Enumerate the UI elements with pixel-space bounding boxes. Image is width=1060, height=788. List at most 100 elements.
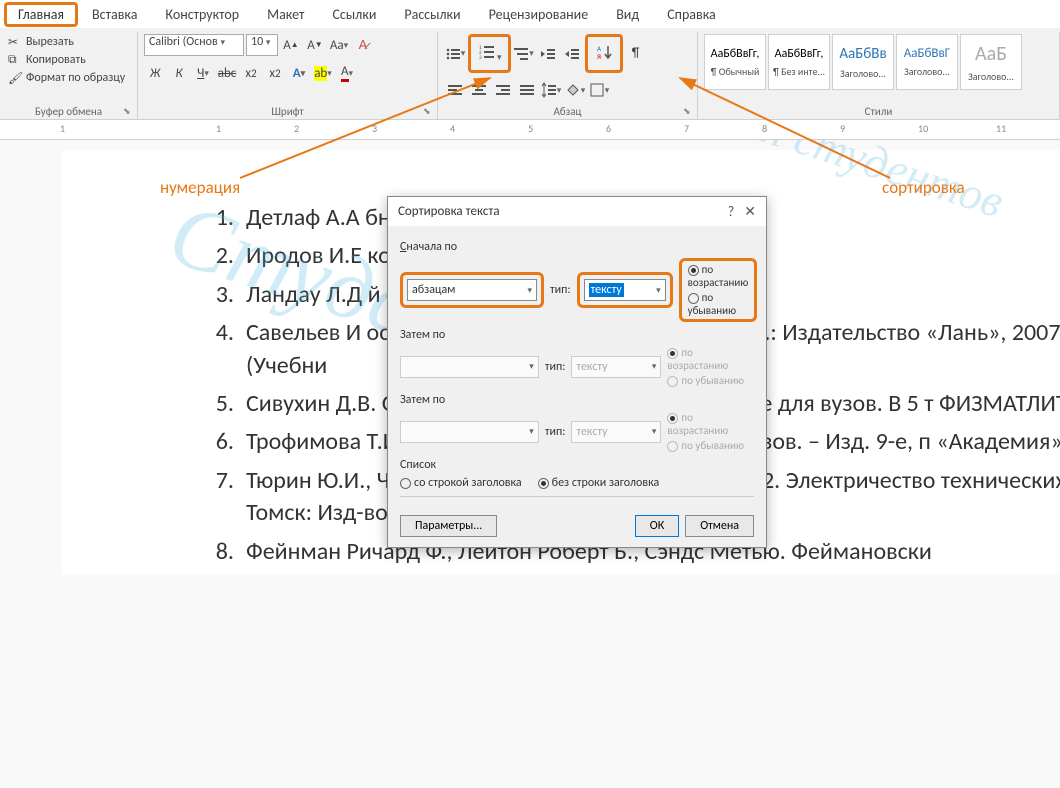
inc-indent-button[interactable] xyxy=(561,43,583,65)
align-center-icon xyxy=(471,82,487,98)
multilevel-button[interactable]: ▾ xyxy=(513,43,535,65)
ruler[interactable]: 1123456789101112 xyxy=(0,120,1060,140)
align-center-button[interactable] xyxy=(468,79,490,101)
shrink-font-button[interactable]: A▼ xyxy=(304,34,326,56)
shading-button[interactable]: ▾ xyxy=(564,79,586,101)
then-type-combo-1[interactable]: тексту▾ xyxy=(571,356,661,378)
chevron-down-icon: ▾ xyxy=(529,426,534,437)
align-justify-button[interactable] xyxy=(516,79,538,101)
tab-home[interactable]: Главная xyxy=(4,2,78,27)
list-number: 6. xyxy=(202,426,246,458)
then-field-combo-2[interactable]: ▾ xyxy=(400,421,539,443)
text-effects-button[interactable]: A▾ xyxy=(288,62,310,84)
tab-review[interactable]: Рецензирование xyxy=(475,2,603,27)
type-label: тип: xyxy=(550,283,571,297)
inc-indent-icon xyxy=(564,46,580,62)
ribbon-tabs: Главная Вставка Конструктор Макет Ссылки… xyxy=(0,0,1060,28)
subscript-button[interactable]: x2 xyxy=(240,62,262,84)
line-spacing-icon xyxy=(541,82,557,98)
style-sample: АаБбВв xyxy=(839,45,886,63)
borders-button[interactable]: ▾ xyxy=(588,79,610,101)
change-case-button[interactable]: Aa▾ xyxy=(328,34,350,56)
tab-references[interactable]: Ссылки xyxy=(318,2,390,27)
without-header-radio[interactable]: без строки заголовка xyxy=(538,476,660,490)
align-right-button[interactable] xyxy=(492,79,514,101)
tab-help[interactable]: Справка xyxy=(653,2,730,27)
superscript-button[interactable]: x2 xyxy=(264,62,286,84)
numbering-icon: 123 xyxy=(479,44,495,60)
group-font: Calibri (Основ ▾ 10 ▾ A▲ A▼ Aa▾ A̷ Ж К Ч… xyxy=(138,32,438,120)
bullets-button[interactable]: ▾ xyxy=(444,43,466,65)
strike-button[interactable]: abc xyxy=(216,62,238,84)
ruler-mark: 1 xyxy=(60,122,65,135)
tab-layout[interactable]: Макет xyxy=(253,2,318,27)
clipboard-launcher-icon[interactable]: ⬊ xyxy=(123,106,135,118)
cut-button[interactable]: ✂ Вырезать xyxy=(6,34,127,50)
sort-type-value: тексту xyxy=(589,283,624,297)
ruler-mark: 8 xyxy=(762,122,767,135)
sort-type-combo[interactable]: тексту▾ xyxy=(584,279,666,301)
desc-radio-3: по убыванию xyxy=(667,439,754,452)
sort-direction-highlight: по возрастанию по убыванию xyxy=(679,258,758,322)
ruler-mark: 5 xyxy=(528,122,533,135)
line-spacing-button[interactable]: ▾ xyxy=(540,79,562,101)
then-by-label-2: Затем по xyxy=(400,393,754,407)
sort-field-combo[interactable]: абзацам▾ xyxy=(407,279,537,301)
close-icon[interactable]: ✕ xyxy=(744,203,756,220)
numbering-button[interactable]: 123 ▾ xyxy=(468,34,511,73)
help-icon[interactable]: ? xyxy=(728,203,735,220)
style-sample: АаБ xyxy=(975,42,1007,66)
dialog-titlebar[interactable]: Сортировка текста ? ✕ xyxy=(388,197,766,226)
font-size-combo[interactable]: 10 ▾ xyxy=(246,34,278,56)
cancel-button[interactable]: Отмена xyxy=(685,515,754,537)
highlight-button[interactable]: ab▾ xyxy=(312,62,334,84)
radio-icon xyxy=(667,441,678,452)
list-number: 5. xyxy=(202,388,246,420)
style-heading2[interactable]: АаБбВвГ Заголово... xyxy=(896,34,958,90)
then-type-combo-2[interactable]: тексту▾ xyxy=(571,421,661,443)
ruler-mark: 3 xyxy=(372,122,377,135)
with-header-radio[interactable]: со строкой заголовка xyxy=(400,476,522,490)
font-name-combo[interactable]: Calibri (Основ ▾ xyxy=(144,34,244,56)
sort-button[interactable]: AЯ xyxy=(585,34,623,73)
font-name-value: Calibri (Основ xyxy=(149,35,218,49)
options-button[interactable]: Параметры... xyxy=(400,515,497,537)
underline-button[interactable]: Ч▾ xyxy=(192,62,214,84)
tab-view[interactable]: Вид xyxy=(602,2,653,27)
borders-icon xyxy=(589,82,605,98)
ruler-mark: 6 xyxy=(606,122,611,135)
shading-icon xyxy=(565,82,581,98)
desc-radio-2: по убыванию xyxy=(667,374,754,387)
tab-mailings[interactable]: Рассылки xyxy=(390,2,474,27)
list-number: 8. xyxy=(202,536,246,568)
style-no-spacing[interactable]: АаБбВвГг, ¶ Без инте... xyxy=(768,34,830,90)
asc-radio[interactable]: по возрастанию xyxy=(688,263,749,289)
font-launcher-icon[interactable]: ⬊ xyxy=(423,106,435,118)
type-label: тип: xyxy=(545,425,566,439)
style-heading1[interactable]: АаБбВв Заголово... xyxy=(832,34,894,90)
ok-button[interactable]: ОК xyxy=(635,515,679,537)
bold-button[interactable]: Ж xyxy=(144,62,166,84)
style-heading3[interactable]: АаБ Заголово... xyxy=(960,34,1022,90)
show-marks-button[interactable]: ¶ xyxy=(625,43,647,65)
grow-font-button[interactable]: A▲ xyxy=(280,34,302,56)
radio-icon xyxy=(688,265,699,276)
ruler-mark: 10 xyxy=(918,122,928,135)
desc-radio[interactable]: по убыванию xyxy=(688,291,749,317)
radio-icon xyxy=(538,478,549,489)
clear-format-button[interactable]: A̷ xyxy=(352,34,374,56)
paragraph-launcher-icon[interactable]: ⬊ xyxy=(683,106,695,118)
style-normal[interactable]: АаБбВвГг, ¶ Обычный xyxy=(704,34,766,90)
align-left-button[interactable] xyxy=(444,79,466,101)
tab-design[interactable]: Конструктор xyxy=(151,2,253,27)
cut-label: Вырезать xyxy=(26,35,74,49)
italic-button[interactable]: К xyxy=(168,62,190,84)
format-painter-button[interactable]: 🖌 Формат по образцу xyxy=(6,70,127,86)
font-color-button[interactable]: A▾ xyxy=(336,62,358,84)
copy-button[interactable]: ⧉ Копировать xyxy=(6,52,127,68)
then-field-combo-1[interactable]: ▾ xyxy=(400,356,539,378)
copy-label: Копировать xyxy=(26,53,86,67)
tab-insert[interactable]: Вставка xyxy=(78,2,151,27)
svg-text:3: 3 xyxy=(479,55,482,60)
dec-indent-button[interactable] xyxy=(537,43,559,65)
